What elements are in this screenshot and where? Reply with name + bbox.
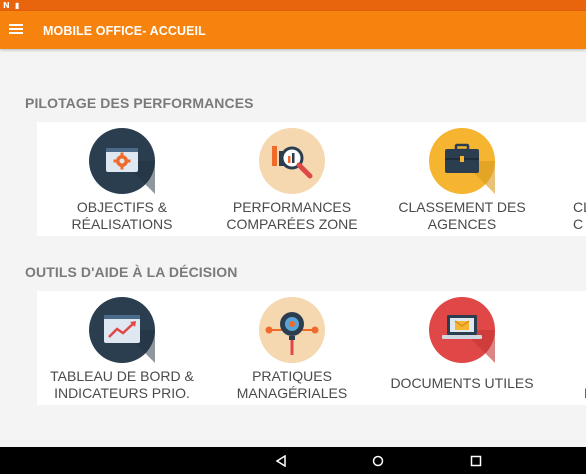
tile-pratiques-manageriales[interactable]: PRATIQUES MANAGÉRIALES <box>207 291 377 405</box>
tile-performances-comparees[interactable]: PERFORMANCES COMPARÉES ZONE <box>207 122 377 236</box>
app-bar: MOBILE OFFICE- ACCUEIL <box>0 11 586 49</box>
lightbulb-network-icon <box>259 297 325 363</box>
tile-objectifs-realisations[interactable]: OBJECTIFS & RÉALISATIONS <box>37 122 207 236</box>
app-title: MOBILE OFFICE- ACCUEIL <box>43 24 206 38</box>
briefcase-icon <box>429 128 495 194</box>
tile-label: PERFORMANCES COMPARÉES ZONE <box>226 199 358 232</box>
settings-screen-icon <box>89 128 155 194</box>
tile-partial-offscreen[interactable]: CL C <box>547 122 586 236</box>
section-card-outils: TABLEAU DE BORD & INDICATEURS PRIO. PRAT… <box>37 291 586 405</box>
section-title-pilotage: PILOTAGE DES PERFORMANCES <box>25 95 254 111</box>
tile-documents-utiles[interactable]: DOCUMENTS UTILES <box>377 291 547 405</box>
home-icon[interactable] <box>372 455 384 467</box>
system-navigation-bar <box>0 447 586 474</box>
notification-phone-icon: ▮ <box>15 1 20 10</box>
tile-label: CL C <box>573 199 586 232</box>
status-bar: N ▮ <box>0 0 586 11</box>
tile-label: PRATIQUES MANAGÉRIALES <box>236 368 348 401</box>
tile-label: CLASSEMENT DES AGENCES <box>398 199 526 232</box>
tile-label: N <box>547 385 586 402</box>
tile-partial-offscreen[interactable]: N <box>547 291 586 405</box>
tile-tableau-de-bord[interactable]: TABLEAU DE BORD & INDICATEURS PRIO. <box>37 291 207 405</box>
section-title-outils: OUTILS D'AIDE À LA DÉCISION <box>25 264 238 280</box>
laptop-mail-icon <box>429 297 495 363</box>
tile-classement-agences[interactable]: CLASSEMENT DES AGENCES <box>377 122 547 236</box>
tile-label: DOCUMENTS UTILES <box>390 375 534 391</box>
recents-icon[interactable] <box>470 455 482 467</box>
back-icon[interactable] <box>275 455 287 467</box>
magnifier-chart-icon <box>259 128 325 194</box>
trend-screen-icon <box>89 297 155 363</box>
section-card-pilotage: OBJECTIFS & RÉALISATIONS PERFORMANCES CO… <box>37 122 586 236</box>
notification-n-icon: N <box>3 1 10 10</box>
tile-label: OBJECTIFS & RÉALISATIONS <box>71 199 173 232</box>
hamburger-menu-icon[interactable] <box>9 24 23 36</box>
tile-label: TABLEAU DE BORD & INDICATEURS PRIO. <box>50 368 194 401</box>
